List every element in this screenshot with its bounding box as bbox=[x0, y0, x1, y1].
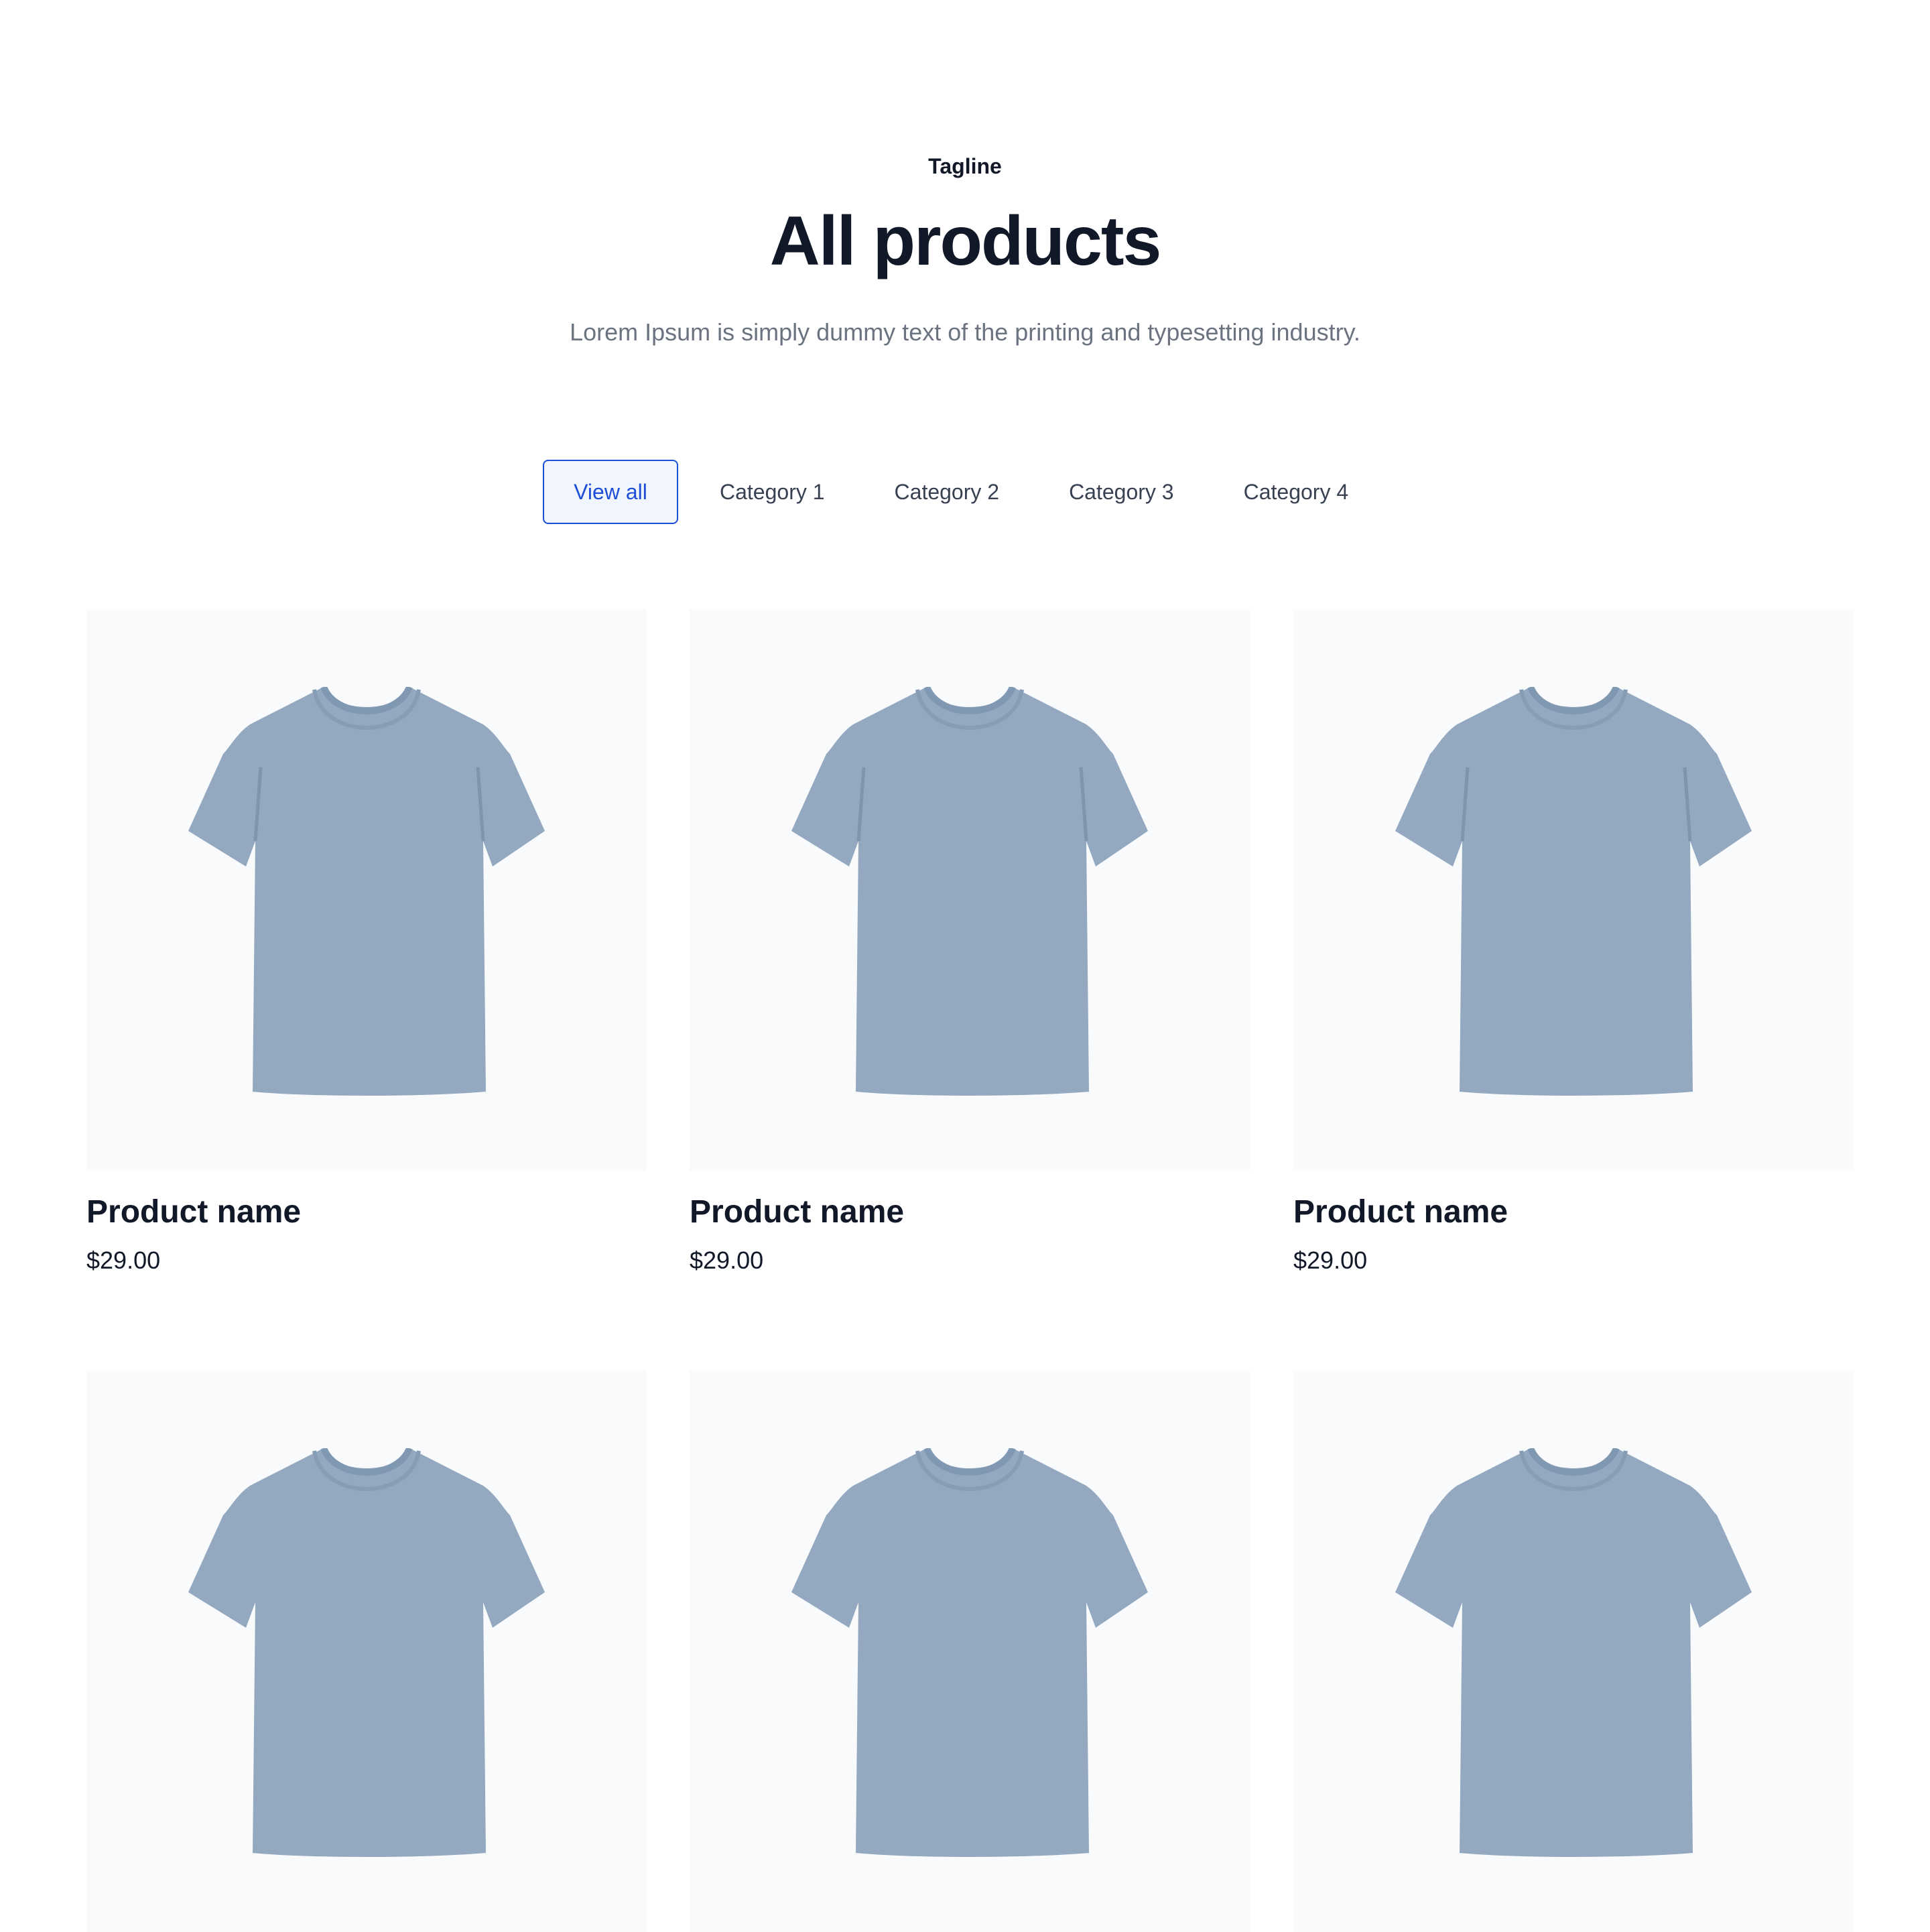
tshirt-image bbox=[188, 687, 545, 1096]
product-card[interactable] bbox=[690, 1370, 1250, 1932]
product-name[interactable]: Product name bbox=[1293, 1192, 1508, 1232]
product-card[interactable] bbox=[86, 1370, 647, 1932]
product-price: $29.00 bbox=[690, 1246, 764, 1274]
page-subtitle: Lorem Ipsum is simply dummy text of the … bbox=[570, 318, 1360, 346]
product-card[interactable]: Product name $29.00 bbox=[1293, 609, 1854, 1274]
product-name[interactable]: Product name bbox=[86, 1192, 301, 1232]
tab-category-4[interactable]: Category 4 bbox=[1216, 460, 1377, 524]
tab-category-1[interactable]: Category 1 bbox=[692, 460, 853, 524]
tshirt-image bbox=[1395, 1448, 1752, 1857]
product-card[interactable] bbox=[1293, 1370, 1854, 1932]
tagline: Tagline bbox=[928, 154, 1002, 178]
product-name[interactable]: Product name bbox=[690, 1192, 904, 1232]
tshirt-image bbox=[791, 1448, 1148, 1857]
tab-view-all[interactable]: View all bbox=[543, 460, 678, 524]
tshirt-image bbox=[188, 1448, 545, 1857]
product-price: $29.00 bbox=[1293, 1246, 1368, 1274]
tshirt-image bbox=[1395, 687, 1752, 1096]
product-image[interactable] bbox=[86, 1370, 647, 1932]
product-image[interactable] bbox=[690, 1370, 1250, 1932]
product-price: $29.00 bbox=[86, 1246, 161, 1274]
product-image[interactable] bbox=[1293, 1370, 1854, 1932]
product-card[interactable]: Product name $29.00 bbox=[86, 609, 647, 1274]
product-image[interactable] bbox=[86, 609, 647, 1171]
product-image[interactable] bbox=[1293, 609, 1854, 1171]
product-image[interactable] bbox=[690, 609, 1250, 1171]
tab-category-2[interactable]: Category 2 bbox=[866, 460, 1028, 524]
category-tabs: View all Category 1 Category 2 Category … bbox=[543, 459, 1390, 525]
tab-category-3[interactable]: Category 3 bbox=[1041, 460, 1202, 524]
product-card[interactable]: Product name $29.00 bbox=[690, 609, 1250, 1274]
page-title: All products bbox=[769, 202, 1162, 280]
tshirt-image bbox=[791, 687, 1148, 1096]
